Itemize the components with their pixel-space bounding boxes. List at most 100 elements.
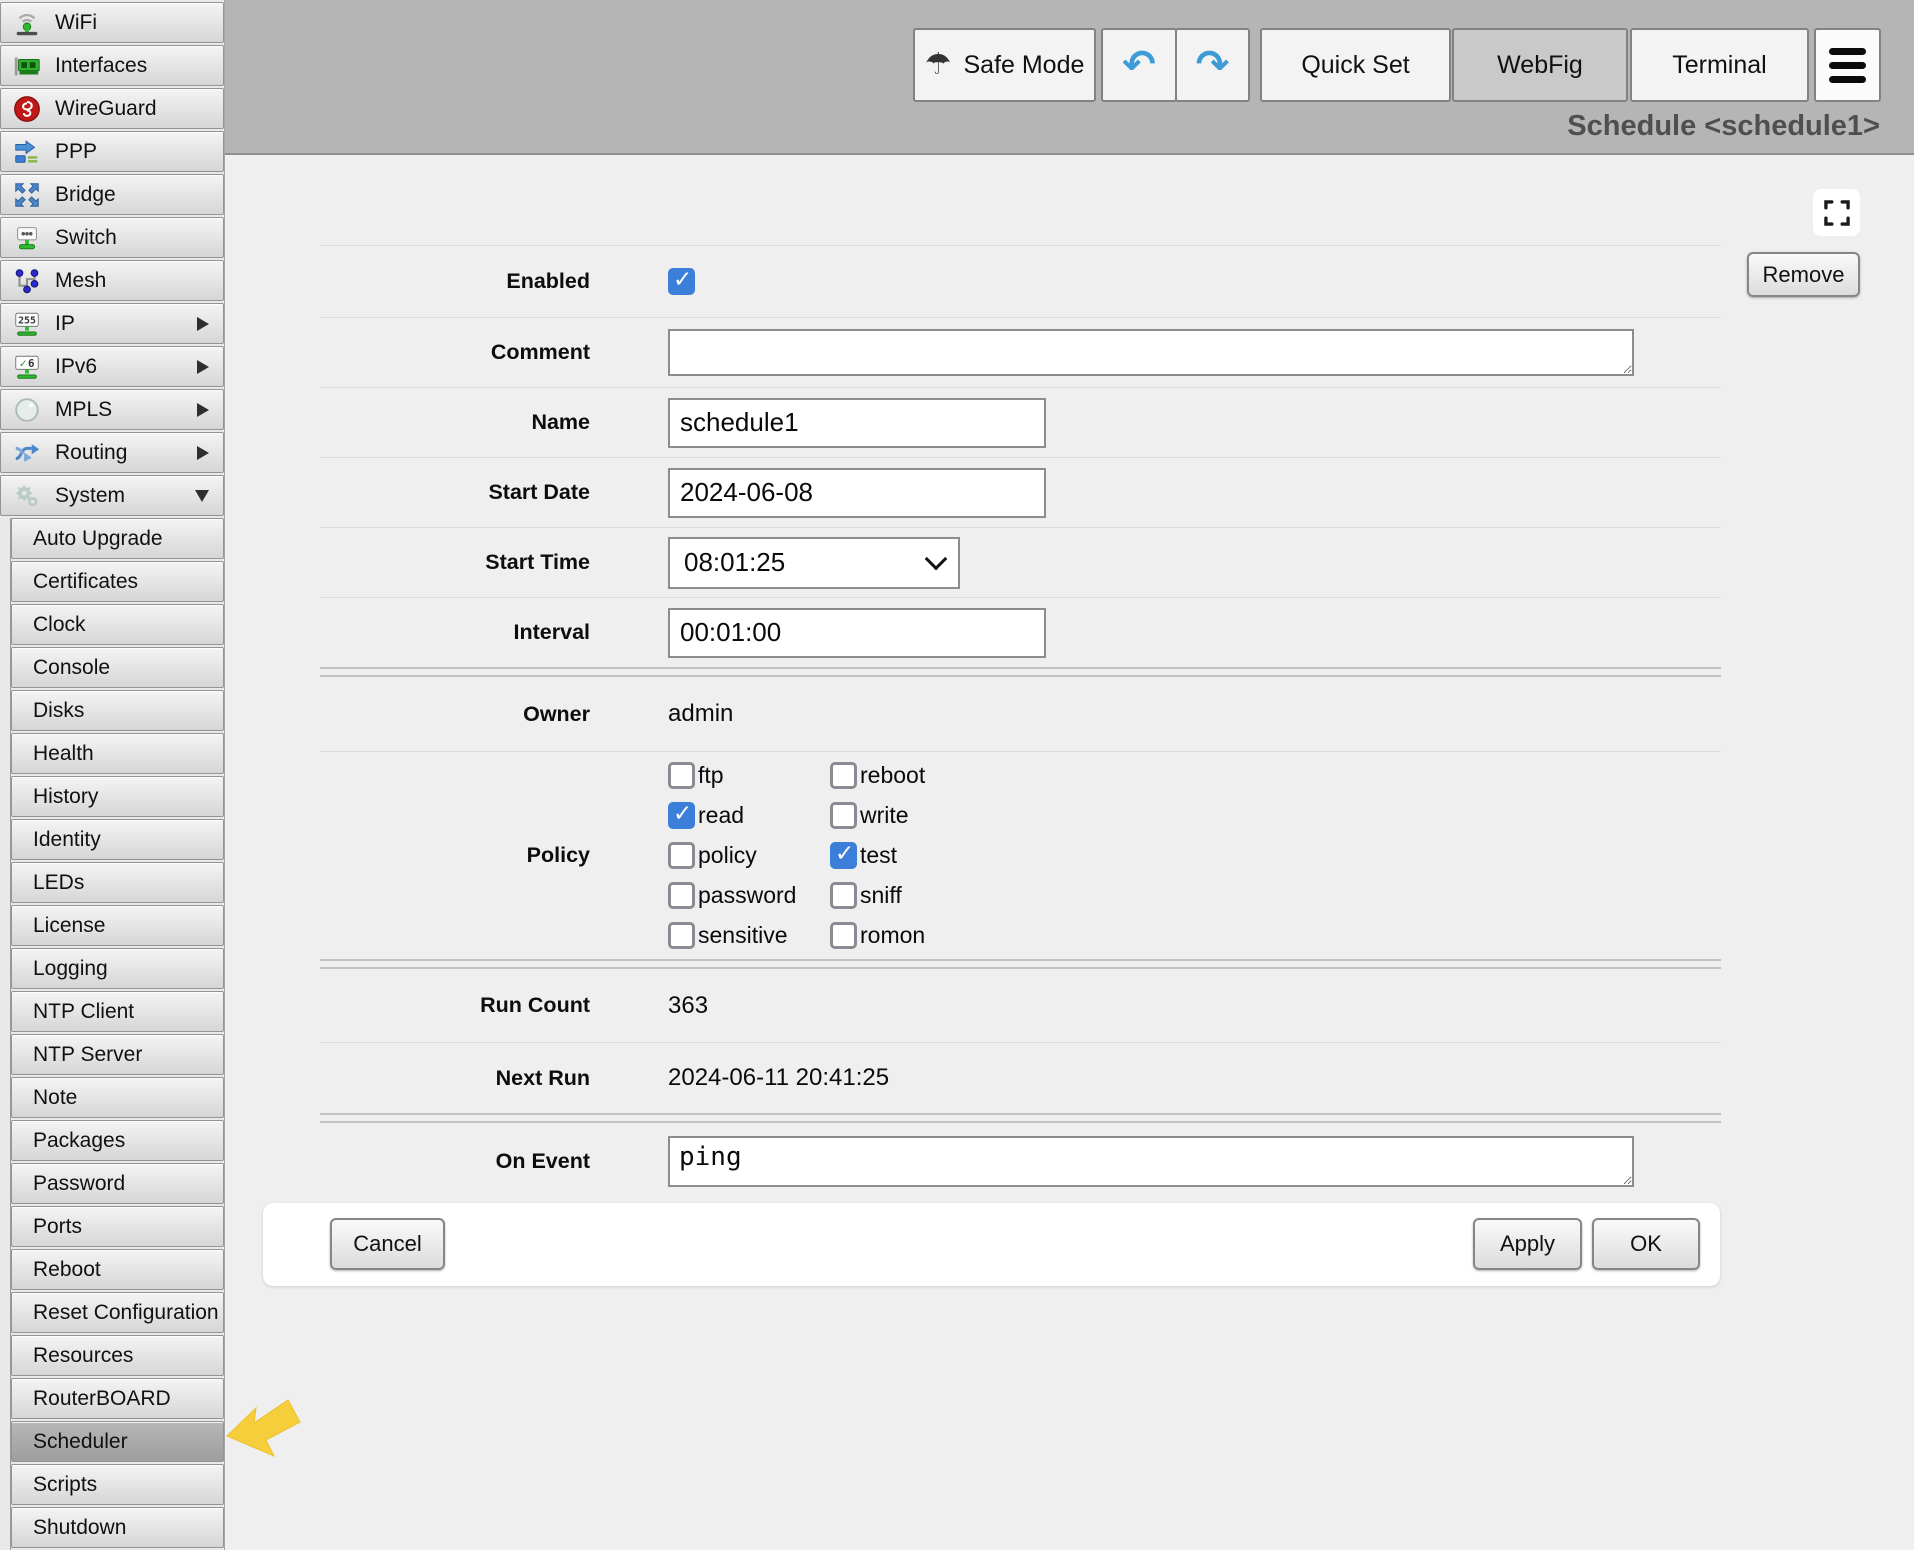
sidebar-item-label: NTP Server (33, 1043, 142, 1067)
sidebar-item-resources[interactable]: Resources (11, 1335, 224, 1376)
sidebar-item-wireguard[interactable]: WireGuard (0, 88, 224, 129)
tab-terminal[interactable]: Terminal (1630, 28, 1809, 102)
sidebar-item-shutdown[interactable]: Shutdown (11, 1507, 224, 1548)
form-row-start-date: Start Date (320, 457, 1721, 527)
policy-option-policy: policy (668, 842, 830, 869)
wifi-icon (11, 7, 43, 39)
sidebar-item-identity[interactable]: Identity (11, 819, 224, 860)
sidebar-item-ipv6[interactable]: ✓6IPv6 (0, 346, 224, 387)
sidebar-item-disks[interactable]: Disks (11, 690, 224, 731)
sidebar-item-label: NTP Client (33, 1000, 134, 1024)
sidebar-item-reboot[interactable]: Reboot (11, 1249, 224, 1290)
sidebar-item-interfaces[interactable]: Interfaces (0, 45, 224, 86)
policy-checkbox-test[interactable] (830, 842, 857, 869)
sidebar-item-logging[interactable]: Logging (11, 948, 224, 989)
sidebar-item-label: Mesh (55, 269, 106, 293)
policy-option-label: password (698, 882, 796, 909)
sidebar-item-clock[interactable]: Clock (11, 604, 224, 645)
cancel-button[interactable]: Cancel (330, 1218, 445, 1270)
sidebar-item-label: Identity (33, 828, 101, 852)
sidebar-item-switch[interactable]: Switch (0, 217, 224, 258)
sidebar-item-console[interactable]: Console (11, 647, 224, 688)
svg-text:255: 255 (18, 315, 36, 326)
sidebar-item-routerboard[interactable]: RouterBOARD (11, 1378, 224, 1419)
tab-webfig[interactable]: WebFig (1452, 28, 1628, 102)
sidebar-item-leds[interactable]: LEDs (11, 862, 224, 903)
policy-label: Policy (320, 843, 590, 868)
policy-checkbox-write[interactable] (830, 802, 857, 829)
interval-label: Interval (320, 620, 590, 645)
sidebar-item-system[interactable]: System (0, 475, 224, 516)
sidebar-item-ports[interactable]: Ports (11, 1206, 224, 1247)
comment-input[interactable] (668, 329, 1634, 376)
header-bar: ☂ Safe Mode ↶ ↷ Quick Set WebFig Termina… (225, 0, 1914, 155)
sidebar-item-ip[interactable]: 255IP (0, 303, 224, 344)
sidebar-item-scripts[interactable]: Scripts (11, 1464, 224, 1505)
enabled-checkbox[interactable] (668, 268, 695, 295)
undo-icon: ↶ (1122, 45, 1156, 85)
sidebar-item-scheduler[interactable]: Scheduler (11, 1421, 224, 1462)
policy-checkbox-reboot[interactable] (830, 762, 857, 789)
switch-icon (11, 222, 43, 254)
sidebar-item-label: MPLS (55, 398, 112, 422)
menu-button[interactable] (1814, 28, 1881, 102)
policy-checkbox-policy[interactable] (668, 842, 695, 869)
name-input[interactable] (668, 398, 1046, 448)
policy-checkbox-romon[interactable] (830, 922, 857, 949)
sidebar-item-health[interactable]: Health (11, 733, 224, 774)
remove-button[interactable]: Remove (1747, 252, 1860, 297)
sidebar-item-label: Reset Configuration (33, 1301, 219, 1325)
safe-mode-button[interactable]: ☂ Safe Mode (913, 28, 1096, 102)
chevron-down-icon (925, 548, 948, 571)
policy-checkbox-read[interactable] (668, 802, 695, 829)
sidebar-item-ppp[interactable]: PPP (0, 131, 224, 172)
section-separator (320, 959, 1721, 969)
system-icon (11, 480, 43, 512)
start-date-input[interactable] (668, 468, 1046, 518)
sidebar-item-label: Logging (33, 957, 108, 981)
apply-button[interactable]: Apply (1473, 1218, 1582, 1270)
sidebar-item-label: Password (33, 1172, 125, 1196)
sidebar-item-certificates[interactable]: Certificates (11, 561, 224, 602)
comment-label: Comment (320, 340, 590, 365)
tab-quick-set[interactable]: Quick Set (1260, 28, 1451, 102)
sidebar-item-password[interactable]: Password (11, 1163, 224, 1204)
policy-option-sensitive: sensitive (668, 922, 830, 949)
ok-button[interactable]: OK (1592, 1218, 1700, 1270)
sidebar-item-packages[interactable]: Packages (11, 1120, 224, 1161)
redo-button[interactable]: ↷ (1175, 28, 1250, 102)
policy-checkbox-ftp[interactable] (668, 762, 695, 789)
sidebar-item-auto-upgrade[interactable]: Auto Upgrade (11, 518, 224, 559)
policy-option-label: policy (698, 842, 757, 869)
sidebar-item-label: Ports (33, 1215, 82, 1239)
sidebar-item-mesh[interactable]: Mesh (0, 260, 224, 301)
sidebar-item-bridge[interactable]: Bridge (0, 174, 224, 215)
sidebar-item-reset-configuration[interactable]: Reset Configuration (11, 1292, 224, 1333)
owner-value: admin (668, 700, 733, 728)
fullscreen-icon[interactable] (1813, 189, 1860, 236)
sidebar-item-label: RouterBOARD (33, 1387, 171, 1411)
undo-button[interactable]: ↶ (1101, 28, 1177, 102)
sidebar-item-mpls[interactable]: MPLS (0, 389, 224, 430)
sidebar-item-history[interactable]: History (11, 776, 224, 817)
bridge-icon (11, 179, 43, 211)
sidebar-item-label: Resources (33, 1344, 133, 1368)
policy-option-test: test (830, 842, 925, 869)
policy-checkbox-sniff[interactable] (830, 882, 857, 909)
on-event-input[interactable]: ping (668, 1136, 1634, 1187)
sidebar-item-routing[interactable]: Routing (0, 432, 224, 473)
sidebar-item-license[interactable]: License (11, 905, 224, 946)
policy-checkbox-sensitive[interactable] (668, 922, 695, 949)
section-separator (320, 667, 1721, 677)
start-time-select[interactable]: 08:01:25 (668, 537, 960, 589)
sidebar-item-note[interactable]: Note (11, 1077, 224, 1118)
sidebar-item-wifi[interactable]: WiFi (0, 2, 224, 43)
sidebar-item-ntp-client[interactable]: NTP Client (11, 991, 224, 1032)
policy-option-label: read (698, 802, 744, 829)
sidebar-item-ntp-server[interactable]: NTP Server (11, 1034, 224, 1075)
routing-icon (11, 437, 43, 469)
policy-option-label: write (860, 802, 909, 829)
interval-input[interactable] (668, 608, 1046, 658)
sidebar-item-label: Disks (33, 699, 84, 723)
policy-checkbox-password[interactable] (668, 882, 695, 909)
